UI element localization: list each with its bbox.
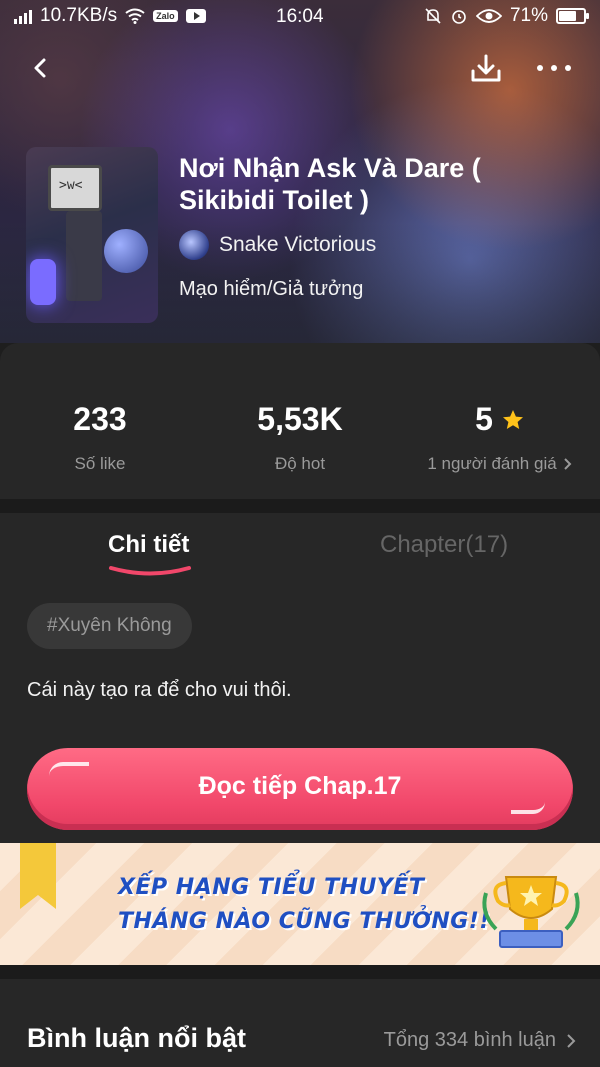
star-icon [502,409,523,429]
story-genre: Mạo hiểm/Giả tưởng [179,278,364,300]
status-bar: 10.7KB/s Zalo 16:04 71% [0,0,600,32]
trophy-icon [482,876,580,948]
section-divider-2 [0,965,600,979]
likes-value: 233 [73,401,127,437]
battery-level [559,11,577,21]
status-time: 16:04 [276,6,324,27]
back-icon[interactable] [20,48,60,88]
likes-label: Số like [74,454,126,473]
signal-icon [14,8,32,24]
story-description: Cái này tạo ra để cho vui thôi. [27,679,292,701]
cover-sphere [104,229,148,273]
cover-figure [66,211,102,301]
wifi-icon [125,8,145,24]
author-name[interactable]: Snake Victorious [219,233,376,257]
youtube-notification-icon [185,9,206,23]
detail-section: Chi tiết Chapter(17) #Xuyên Không Cái nà… [0,513,600,843]
cover-glow [30,259,56,305]
rating-label: 1 người đánh giá [427,454,557,473]
tab-chapter[interactable]: Chapter(17) [380,531,508,559]
rating-value-row: 5 [400,401,600,438]
button-shine-top [49,762,89,776]
story-info: Nơi Nhận Ask Và Dare ( Sikibidi Toilet )… [179,152,579,301]
comments-title: Bình luận nổi bật [27,1023,246,1053]
button-shine-bottom [511,802,545,814]
promo-banner[interactable]: XẾP HẠNG TIỂU THUYẾT THÁNG NÀO CŨNG THƯỞ… [0,843,600,965]
continue-reading-label: Đọc tiếp Chap.17 [198,772,402,800]
hero-header: 10.7KB/s Zalo 16:04 71% >w< Nơi Nhận Ask… [0,0,600,343]
hot-stat: 5,53K Độ hot [200,401,400,474]
story-cover[interactable] [26,147,158,323]
author-row[interactable]: Snake Victorious [179,230,579,260]
comments-total-link[interactable]: Tổng 334 bình luận [384,1029,576,1052]
comments-total-label: Tổng 334 bình luận [383,1029,556,1051]
eye-comfort-icon [475,9,502,23]
hot-value: 5,53K [257,401,343,437]
mute-bell-icon [425,8,441,24]
bookmark-ribbon-icon [20,843,56,909]
comments-section: Bình luận nổi bật Tổng 334 bình luận [0,979,600,1067]
rating-stat[interactable]: 5 1 người đánh giá [400,401,600,474]
network-speed: 10.7KB/s [40,5,118,26]
banner-headline: XẾP HẠNG TIỂU THUYẾT [118,875,425,900]
cover-tv-head [48,165,102,211]
likes-stat: 233 Số like [0,401,200,474]
download-icon[interactable] [466,48,506,88]
genre-tag[interactable]: #Xuyên Không [27,603,192,649]
status-left: 10.7KB/s Zalo [14,5,206,27]
alarm-icon [452,10,466,24]
zalo-notification-icon: Zalo [153,10,178,22]
battery-icon [556,8,589,24]
stats-panel: 233 Số like 5,53K Độ hot 5 1 người đánh … [0,343,600,499]
banner-subline: THÁNG NÀO CŨNG THƯỞNG!! [118,909,490,934]
section-divider [0,499,600,513]
rating-label-row[interactable]: 1 người đánh giá [400,454,600,474]
story-title: Nơi Nhận Ask Và Dare ( Sikibidi Toilet ) [179,153,481,215]
more-options-icon[interactable] [532,48,576,88]
author-avatar[interactable] [179,230,209,260]
chevron-right-icon [567,1033,576,1048]
battery-percent: 71% [509,5,548,26]
tab-detail[interactable]: Chi tiết [108,531,189,559]
tab-active-indicator [109,566,191,576]
hot-label: Độ hot [274,454,326,473]
continue-reading-button[interactable]: Đọc tiếp Chap.17 [27,748,573,830]
status-right: 71% [424,5,589,27]
top-navigation [0,40,600,96]
rating-value: 5 [475,401,493,437]
chevron-right-icon [563,458,572,470]
